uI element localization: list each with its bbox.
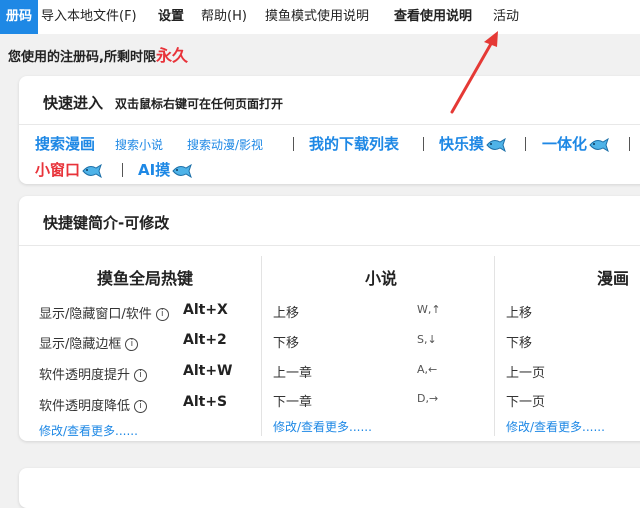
- info-icon[interactable]: i: [134, 400, 148, 413]
- shortcuts-card: 快捷键简介-可修改 摸鱼全局热键 显示/隐藏窗口/软件 i Alt+X 显示/隐藏…: [19, 196, 640, 441]
- search-comic-link[interactable]: 搜索漫画: [35, 133, 95, 154]
- fish-icon: [589, 137, 609, 152]
- notice-value: 永久: [155, 46, 188, 65]
- menu-view-guide[interactable]: 查看使用说明: [394, 0, 472, 34]
- hotkey-label: 软件透明度提升 i: [39, 364, 148, 383]
- novel-shortcut-label: 下移: [273, 336, 300, 351]
- download-list-link[interactable]: 我的下载列表: [309, 133, 399, 154]
- separator: [122, 163, 123, 177]
- search-novel-link[interactable]: 搜索小说: [115, 136, 163, 153]
- happy-fish-link[interactable]: 快乐摸: [439, 133, 506, 154]
- separator: [293, 137, 294, 151]
- novel-shortcut-key: D,→: [417, 392, 439, 405]
- info-icon[interactable]: i: [125, 338, 139, 351]
- mini-window-label: 小窗口: [35, 161, 81, 179]
- search-anime-link[interactable]: 搜索动漫/影视: [187, 136, 263, 153]
- divider: [19, 124, 640, 125]
- separator: [525, 137, 526, 151]
- comic-shortcut-label: 上一页: [506, 366, 546, 381]
- hotkey-value[interactable]: Alt+2: [183, 332, 227, 348]
- menu-settings[interactable]: 设置: [158, 0, 184, 34]
- novel-shortcut-key: A,←: [417, 363, 438, 376]
- ai-fish-link[interactable]: AI摸: [138, 159, 193, 180]
- novel-shortcut-label: 下一章: [273, 395, 313, 410]
- separator: [629, 137, 630, 151]
- shortcuts-title: 快捷键简介-可修改: [43, 214, 170, 232]
- separator: [423, 137, 424, 151]
- column-divider: [494, 256, 495, 436]
- novel-more-link[interactable]: 修改/查看更多......: [273, 418, 372, 435]
- hotkey-value[interactable]: Alt+S: [183, 394, 227, 410]
- ai-fish-label: AI摸: [138, 161, 171, 179]
- novel-shortcut-key: W,↑: [417, 303, 441, 316]
- quick-access-subtitle: 双击鼠标右键可在任何页面打开: [115, 97, 284, 111]
- menu-import-local-file[interactable]: 导入本地文件(F): [41, 0, 137, 34]
- novel-shortcut-label: 上一章: [273, 366, 313, 381]
- notice-text: 您使用的注册码,所剩时限: [8, 50, 156, 65]
- next-card: [19, 468, 640, 508]
- menu-bar: 册码 导入本地文件(F) 设置 帮助(H) 摸鱼模式使用说明 查看使用说明 活动: [0, 0, 640, 34]
- quick-access-card: 快速进入 双击鼠标右键可在任何页面打开 搜索漫画 搜索小说 搜索动漫/影视 我的下…: [19, 76, 640, 184]
- hotkey-value[interactable]: Alt+X: [183, 302, 228, 318]
- menu-fish-mode-guide[interactable]: 摸鱼模式使用说明: [265, 0, 369, 34]
- all-in-one-label: 一体化: [542, 135, 588, 153]
- info-icon[interactable]: i: [155, 308, 169, 321]
- all-in-one-link[interactable]: 一体化: [542, 133, 609, 154]
- comic-shortcut-label: 下移: [506, 336, 533, 351]
- comic-shortcuts-title: 漫画: [597, 269, 630, 288]
- menu-register-code[interactable]: 册码: [0, 0, 39, 34]
- hotkey-label: 软件透明度降低 i: [39, 395, 148, 414]
- comic-shortcut-label: 上移: [506, 306, 533, 321]
- divider: [19, 245, 640, 246]
- menu-help[interactable]: 帮助(H): [201, 0, 247, 34]
- comic-shortcut-label: 下一页: [506, 395, 546, 410]
- quick-access-heading: 快速进入: [43, 94, 104, 112]
- novel-shortcut-label: 上移: [273, 306, 300, 321]
- menu-activity[interactable]: 活动: [493, 0, 519, 34]
- registration-notice: 您使用的注册码,所剩时限永久: [8, 42, 188, 66]
- quick-access-title: 快速进入 双击鼠标右键可在任何页面打开: [43, 92, 283, 113]
- novel-shortcut-key: S,↓: [417, 333, 437, 346]
- hotkey-label: 显示/隐藏边框 i: [39, 333, 139, 352]
- global-more-link[interactable]: 修改/查看更多......: [39, 422, 138, 439]
- info-icon[interactable]: i: [134, 369, 148, 382]
- fish-icon: [172, 163, 193, 178]
- hotkey-value[interactable]: Alt+W: [183, 363, 233, 379]
- happy-fish-label: 快乐摸: [439, 135, 485, 153]
- fish-icon: [82, 163, 102, 178]
- column-divider: [261, 256, 262, 436]
- mini-window-link[interactable]: 小窗口: [35, 159, 102, 180]
- hotkey-label: 显示/隐藏窗口/软件 i: [39, 303, 169, 322]
- global-hotkeys-title: 摸鱼全局热键: [97, 269, 194, 288]
- comic-more-link[interactable]: 修改/查看更多......: [506, 418, 605, 435]
- fish-icon: [486, 137, 506, 152]
- novel-shortcuts-title: 小说: [365, 269, 398, 288]
